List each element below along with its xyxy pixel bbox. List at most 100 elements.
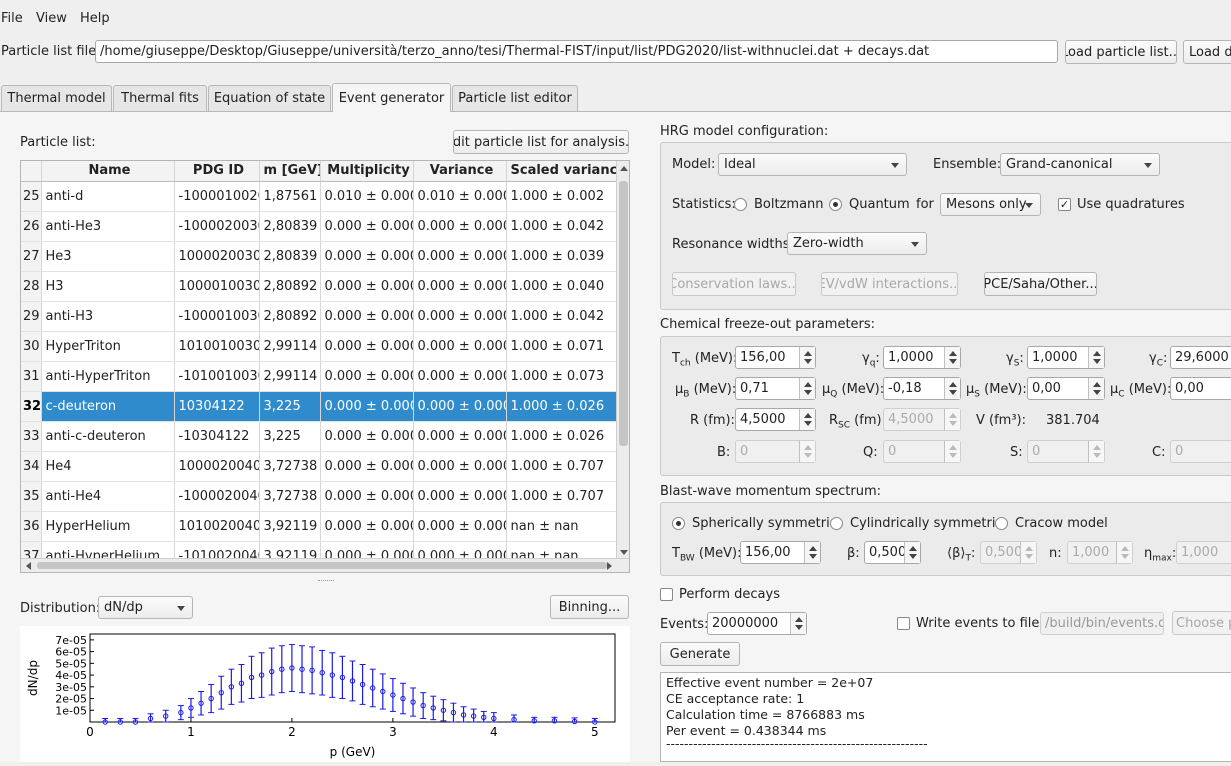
menu-view[interactable]: View [36, 11, 67, 26]
cell-pdg[interactable]: 1010020040 [174, 511, 260, 542]
cell-multiplicity[interactable]: 0.000 ± 0.000 [320, 391, 414, 422]
pce-saha-button[interactable]: PCE/Saha/Other... [984, 272, 1097, 296]
cell-multiplicity[interactable]: 0.000 ± 0.000 [320, 271, 414, 302]
row-number[interactable]: 34 [21, 451, 42, 482]
cell-scaled-variance[interactable]: 1.000 ± 0.002 [506, 181, 617, 212]
cell-multiplicity[interactable]: 0.000 ± 0.000 [320, 481, 414, 512]
ensemble-select[interactable]: Grand-canonical [1000, 153, 1160, 176]
cell-mass[interactable]: 2,80892 [259, 271, 321, 302]
particle-file-path-input[interactable]: /home/giuseppe/Desktop/Giuseppe/universi… [95, 40, 1058, 63]
tch-spinbox[interactable]: 156,00 [735, 346, 816, 369]
row-number[interactable]: 31 [21, 361, 42, 392]
s-spinbox[interactable]: 0 [1027, 440, 1105, 463]
distribution-select[interactable]: dN/dp [98, 596, 193, 619]
use-quadratures-checkbox[interactable]: ✓ [1058, 198, 1071, 211]
rsc-spinbox[interactable]: 4,5000 [883, 408, 961, 431]
tab-particle-list-editor[interactable]: Particle list editor [452, 85, 578, 111]
cell-mass[interactable]: 3,225 [259, 391, 321, 422]
cell-variance[interactable]: 0.000 ± 0.000 [413, 331, 507, 362]
cell-name[interactable]: HyperTriton [41, 331, 175, 362]
cell-mass[interactable]: 3,72738 [259, 451, 321, 482]
row-number[interactable]: 32 [21, 391, 42, 422]
cell-pdg[interactable]: 1000020030 [174, 241, 260, 272]
load-particle-list-button[interactable]: Load particle list... [1065, 40, 1177, 64]
cell-name[interactable]: He4 [41, 451, 175, 482]
cell-scaled-variance[interactable]: nan ± nan [506, 511, 617, 542]
cell-variance[interactable]: 0.000 ± 0.000 [413, 481, 507, 512]
cell-mass[interactable]: 2,80892 [259, 301, 321, 332]
table-row[interactable]: 36 HyperHelium 1010020040 3,92119 0.000 ± 0.… [21, 511, 617, 542]
cell-mass[interactable]: 2,99114 [259, 331, 321, 362]
cell-pdg[interactable]: -1000020030 [174, 211, 260, 242]
cracow-radio[interactable] [995, 517, 1008, 530]
c-spinbox[interactable]: 0 [1170, 440, 1231, 463]
cell-name[interactable]: anti-H3 [41, 301, 175, 332]
spherical-radio[interactable] [672, 517, 685, 530]
table-row[interactable]: 31 anti-HyperTriton -1010010030 2,99114 0.00… [21, 361, 617, 392]
tab-event-generator[interactable]: Event generator [332, 83, 451, 112]
table-row[interactable]: 30 HyperTriton 1010010030 2,99114 0.000 ± 0.… [21, 331, 617, 362]
cell-scaled-variance[interactable]: 1.000 ± 0.026 [506, 391, 617, 422]
cell-pdg[interactable]: 10304122 [174, 391, 260, 422]
cell-scaled-variance[interactable]: 1.000 ± 0.707 [506, 451, 617, 482]
table-row[interactable]: 27 He3 1000020030 2,80839 0.000 ± 0.000 0.000… [21, 241, 617, 272]
cell-variance[interactable]: 0.000 ± 0.000 [413, 241, 507, 272]
cell-variance[interactable]: 0.000 ± 0.000 [413, 421, 507, 452]
r-spinbox[interactable]: 4,5000 [735, 408, 816, 431]
etamax-spinbox[interactable]: 1,000 [1176, 541, 1231, 564]
table-row[interactable]: 29 anti-H3 -1000010030 2,80892 0.000 ± 0.000… [21, 301, 617, 332]
choose-path-button[interactable]: Choose pa [1172, 611, 1231, 635]
cell-name[interactable]: c-deuteron [41, 391, 175, 422]
cell-pdg[interactable]: -10304122 [174, 421, 260, 452]
cell-variance[interactable]: 0.010 ± 0.000 [413, 181, 507, 212]
table-row[interactable]: 32 c-deuteron 10304122 3,225 0.000 ± 0.000 0.… [21, 391, 617, 422]
cell-name[interactable]: HyperHelium [41, 511, 175, 542]
scroll-up-icon[interactable] [620, 166, 628, 171]
events-spinbox[interactable]: 20000000 [707, 612, 807, 635]
row-number[interactable]: 25 [21, 181, 42, 212]
gamma-s-spinbox[interactable]: 1,0000 [1027, 346, 1105, 369]
col-header-pdg[interactable]: PDG ID [174, 161, 260, 182]
cell-variance[interactable]: 0.000 ± 0.000 [413, 511, 507, 542]
cell-multiplicity[interactable]: 0.000 ± 0.000 [320, 331, 414, 362]
menu-help[interactable]: Help [80, 11, 110, 26]
cell-name[interactable]: anti-d [41, 181, 175, 212]
col-header-name[interactable]: Name [41, 161, 175, 182]
cell-name[interactable]: anti-HyperTriton [41, 361, 175, 392]
row-number[interactable]: 29 [21, 301, 42, 332]
cell-pdg[interactable]: -1010010030 [174, 361, 260, 392]
mub-spinbox[interactable]: 0,71 [735, 377, 816, 400]
cell-pdg[interactable]: 1000020040 [174, 451, 260, 482]
row-number[interactable]: 35 [21, 481, 42, 512]
cell-variance[interactable]: 0.000 ± 0.000 [413, 301, 507, 332]
binning-button[interactable]: Binning... [550, 595, 629, 619]
cell-mass[interactable]: 2,80839 [259, 211, 321, 242]
tab-thermal-model[interactable]: Thermal model [1, 85, 112, 111]
beta-t-spinbox[interactable]: 0,500 [980, 541, 1037, 564]
table-row[interactable]: 34 He4 1000020040 3,72738 0.000 ± 0.000 0.000… [21, 451, 617, 482]
gamma-c-spinbox[interactable]: 29,6000 [1170, 346, 1231, 369]
tab-thermal-fits[interactable]: Thermal fits [113, 85, 207, 111]
write-events-checkbox[interactable] [897, 617, 910, 630]
edit-particle-list-button[interactable]: Edit particle list for analysis... [453, 130, 629, 154]
cell-scaled-variance[interactable]: 1.000 ± 0.040 [506, 271, 617, 302]
col-header-variance[interactable]: Variance [413, 161, 507, 182]
cell-scaled-variance[interactable]: 1.000 ± 0.073 [506, 361, 617, 392]
conservation-laws-button[interactable]: Conservation laws... [672, 272, 796, 296]
table-row[interactable]: 33 anti-c-deuteron -10304122 3,225 0.000 ± 0… [21, 421, 617, 452]
col-header-mass[interactable]: m [GeV] [259, 161, 321, 182]
cell-multiplicity[interactable]: 0.010 ± 0.000 [320, 181, 414, 212]
beta-spinbox[interactable]: 0,500 [864, 541, 921, 564]
cell-pdg[interactable]: 1010010030 [174, 331, 260, 362]
cylindrical-radio[interactable] [830, 517, 843, 530]
muc-spinbox[interactable]: 0,00 [1170, 377, 1231, 400]
q-spinbox[interactable]: 0 [883, 440, 961, 463]
cell-multiplicity[interactable]: 0.000 ± 0.000 [320, 211, 414, 242]
cell-multiplicity[interactable]: 0.000 ± 0.000 [320, 451, 414, 482]
cell-mass[interactable]: 1,87561 [259, 181, 321, 212]
scroll-right-icon[interactable] [607, 562, 612, 570]
cell-variance[interactable]: 0.000 ± 0.000 [413, 391, 507, 422]
row-number[interactable]: 36 [21, 511, 42, 542]
row-number[interactable]: 30 [21, 331, 42, 362]
cell-scaled-variance[interactable]: 1.000 ± 0.026 [506, 421, 617, 452]
